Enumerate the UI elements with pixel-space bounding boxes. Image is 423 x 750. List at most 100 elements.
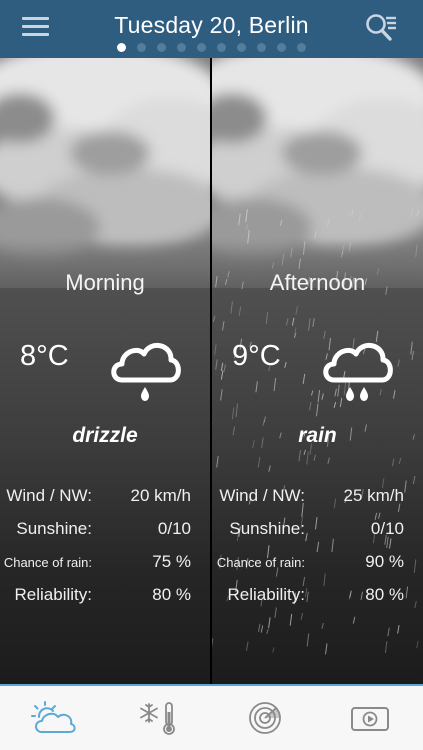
rain-streak xyxy=(291,317,295,326)
rain-streak xyxy=(358,214,362,221)
detail-row-chance-of-rain: Chance of rain: 90 % xyxy=(212,552,423,576)
rain-streak xyxy=(309,401,312,411)
rain-streak xyxy=(410,208,413,217)
tab-video[interactable] xyxy=(347,700,393,736)
rain-streak xyxy=(398,457,402,465)
rain-streak xyxy=(391,458,395,467)
page-dot[interactable] xyxy=(177,43,186,52)
tab-forecast[interactable] xyxy=(30,700,76,736)
rain-streak xyxy=(258,623,261,632)
tab-temperature[interactable] xyxy=(137,700,183,736)
page-dot[interactable] xyxy=(157,43,166,52)
rain-streak xyxy=(384,641,388,654)
detail-row-sunshine: Sunshine: 0/10 xyxy=(0,519,210,543)
page-dot[interactable] xyxy=(297,43,306,52)
rain-streak xyxy=(212,315,216,323)
rain-streak xyxy=(348,211,351,217)
rain-streak xyxy=(289,613,293,626)
rain-streak xyxy=(351,209,354,217)
forecast-panel-afternoon[interactable]: Afternoon 9°C rain Wind / NW: 25 km/h Su… xyxy=(212,58,423,684)
rain-streak xyxy=(316,541,320,553)
rain-streak xyxy=(245,209,248,222)
rain-streak xyxy=(220,370,224,380)
rain-streak xyxy=(281,254,285,266)
page-dot[interactable] xyxy=(237,43,246,52)
rain-streak xyxy=(231,407,235,420)
page-dot[interactable] xyxy=(117,43,126,52)
rain-streak xyxy=(235,403,238,418)
rain-streak xyxy=(312,318,315,327)
rain-streak xyxy=(238,306,242,316)
rain-streak xyxy=(222,320,225,331)
period-label: Morning xyxy=(65,270,145,295)
forecast-panel-morning[interactable]: Morning 8°C drizzle Wind / NW: 20 km/h S… xyxy=(0,58,210,684)
rain-streak xyxy=(308,318,311,331)
detail-row-wind: Wind / NW: 20 km/h xyxy=(0,486,210,510)
rain-streak xyxy=(411,350,414,360)
rain-streak xyxy=(279,219,283,226)
rain-streak xyxy=(314,230,317,239)
detail-label: Chance of rain: xyxy=(3,555,92,570)
rain-streak xyxy=(327,218,330,227)
rain-streak xyxy=(273,377,277,392)
page-indicator[interactable] xyxy=(0,43,423,53)
page-dot[interactable] xyxy=(197,43,206,52)
detail-label: Sunshine: xyxy=(16,519,92,538)
tab-radar[interactable] xyxy=(242,700,288,736)
rain-streak xyxy=(387,627,390,637)
detail-label: Chance of rain: xyxy=(216,555,305,570)
rain-streak xyxy=(295,306,298,315)
search-list-icon[interactable] xyxy=(364,12,398,44)
period-label: Afternoon xyxy=(269,270,366,295)
rain-streak xyxy=(265,312,269,324)
rain-streak xyxy=(410,341,413,355)
temperature-value: 9°C xyxy=(232,340,281,372)
rain-streak xyxy=(284,361,287,368)
detail-label: Sunshine: xyxy=(229,519,305,538)
condition-label: drizzle xyxy=(72,424,138,447)
detail-row-sunshine: Sunshine: 0/10 xyxy=(212,519,423,543)
radar-icon xyxy=(249,702,281,734)
rain-streak xyxy=(415,244,418,257)
rain-streak xyxy=(216,456,219,468)
rain-streak xyxy=(416,640,419,649)
rain-streak xyxy=(310,390,314,396)
rain-streak xyxy=(223,364,226,372)
page-dot[interactable] xyxy=(217,43,226,52)
rain-streak xyxy=(246,641,249,651)
rain-streak xyxy=(268,465,271,472)
detail-value: 80 % xyxy=(365,585,404,604)
sun-cloud-icon xyxy=(31,701,76,733)
page-dot[interactable] xyxy=(277,43,286,52)
rain-streak xyxy=(290,247,293,258)
rain-streak xyxy=(306,451,309,465)
rain-streak xyxy=(212,638,214,648)
rain-streak xyxy=(220,362,224,371)
rain-streak xyxy=(238,213,241,226)
rain-streak xyxy=(286,318,289,326)
bottom-tab-bar xyxy=(0,684,423,750)
page-dot[interactable] xyxy=(137,43,146,52)
rain-streak xyxy=(302,373,306,384)
rain-streak xyxy=(220,389,223,401)
header-bar: Tuesday 20, Berlin xyxy=(0,0,423,58)
rain-streak xyxy=(306,633,310,647)
rain-streak xyxy=(215,359,218,370)
rain-streak xyxy=(378,512,381,519)
detail-label: Wind / NW: xyxy=(219,486,305,505)
rain-streak xyxy=(321,622,324,629)
page-title: Tuesday 20, Berlin xyxy=(114,12,309,38)
rain-streak xyxy=(298,450,301,462)
detail-value: 0/10 xyxy=(370,519,404,538)
rain-streak xyxy=(340,251,344,258)
rain-streak xyxy=(260,625,264,633)
temperature-value: 8°C xyxy=(20,340,69,372)
cloud-drizzle-icon xyxy=(108,334,182,404)
menu-icon[interactable] xyxy=(22,16,49,38)
rain-streak xyxy=(255,381,258,393)
rain-streak xyxy=(272,647,275,653)
cloud-background xyxy=(0,58,210,288)
detail-value: 75 % xyxy=(152,552,191,571)
rain-streak xyxy=(300,612,304,620)
page-dot[interactable] xyxy=(257,43,266,52)
